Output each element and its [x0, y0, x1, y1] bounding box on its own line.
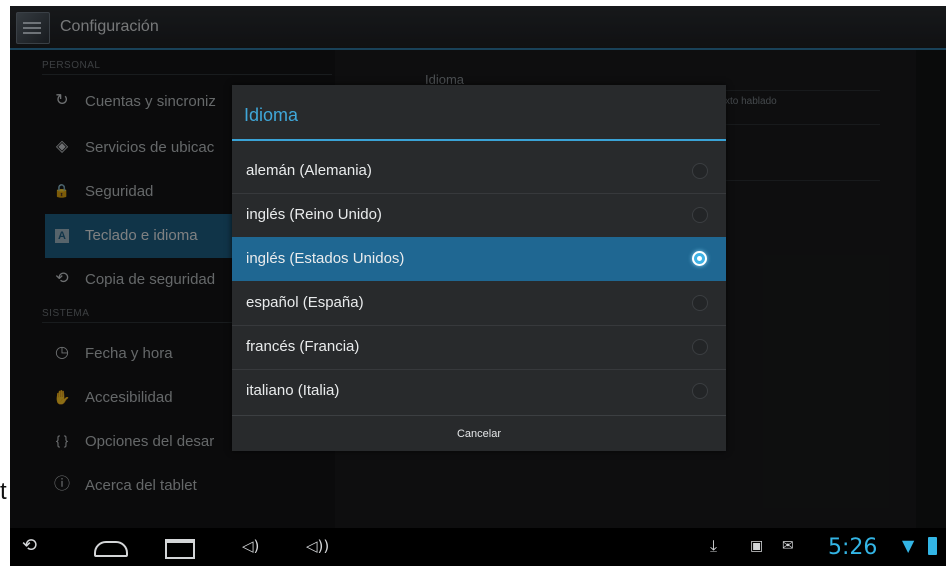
- language-option-label: inglés (Estados Unidos): [246, 250, 405, 267]
- system-bar: ⟲ ◁) ◁)) ⤓ ▣ ✉ 5:26 ▼: [10, 528, 946, 566]
- radio-button[interactable]: [692, 295, 708, 311]
- back-icon[interactable]: ⟲: [22, 536, 37, 556]
- cancel-button[interactable]: Cancelar: [232, 415, 726, 452]
- mail-icon[interactable]: ✉: [782, 536, 794, 556]
- dialog-title-divider: [232, 139, 726, 141]
- language-option-selected[interactable]: inglés (Estados Unidos): [232, 237, 726, 281]
- language-option[interactable]: alemán (Alemania): [232, 149, 726, 193]
- volume-down-icon[interactable]: ◁): [242, 536, 259, 556]
- screenshot-icon[interactable]: ▣: [750, 536, 763, 556]
- language-option-label: inglés (Reino Unido): [246, 206, 382, 223]
- dialog-title: Idioma: [244, 105, 299, 125]
- radio-button[interactable]: [692, 207, 708, 223]
- language-option-label: español (España): [246, 294, 364, 311]
- tablet-screen: Configuración PERSONAL ↻ Cuentas y sincr…: [10, 6, 946, 566]
- language-option[interactable]: francés (Francia): [232, 325, 726, 369]
- radio-button[interactable]: [692, 163, 708, 179]
- home-icon[interactable]: [94, 541, 128, 557]
- language-option[interactable]: español (España): [232, 281, 726, 325]
- volume-up-icon[interactable]: ◁)): [306, 536, 329, 556]
- language-option[interactable]: italiano (Italia): [232, 369, 726, 413]
- recent-apps-icon[interactable]: [165, 539, 195, 559]
- language-dialog: Idioma alemán (Alemania) inglés (Reino U…: [232, 85, 726, 451]
- battery-icon: [928, 537, 937, 555]
- wifi-icon: ▼: [902, 536, 915, 555]
- language-option-label: italiano (Italia): [246, 382, 340, 399]
- stray-character: t: [0, 478, 7, 505]
- system-clock[interactable]: 5:26: [828, 535, 877, 560]
- language-option[interactable]: inglés (Reino Unido): [232, 193, 726, 237]
- download-icon[interactable]: ⤓: [710, 536, 717, 556]
- language-option-label: francés (Francia): [246, 338, 360, 355]
- radio-button[interactable]: [692, 339, 708, 355]
- radio-button-checked[interactable]: [692, 251, 707, 266]
- language-option-label: alemán (Alemania): [246, 162, 372, 179]
- radio-button[interactable]: [692, 383, 708, 399]
